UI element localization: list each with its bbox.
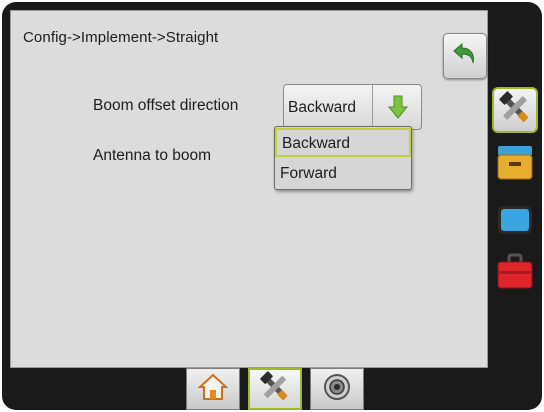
antenna-to-boom-label: Antenna to boom xyxy=(93,147,212,164)
bottom-nav-gauge-button[interactable] xyxy=(310,368,364,410)
tools-icon xyxy=(498,90,532,130)
boom-offset-direction-label: Boom offset direction xyxy=(93,97,239,114)
device-frame: Config->Implement->Straight Boom offset … xyxy=(2,2,542,410)
back-button[interactable] xyxy=(443,33,487,79)
dropdown-option-backward[interactable]: Backward xyxy=(275,128,411,157)
sidebar-toolbox-button[interactable] xyxy=(492,251,538,297)
gauge-icon xyxy=(322,372,352,407)
sidebar-display-button[interactable] xyxy=(492,199,538,245)
down-arrow-icon xyxy=(387,95,408,119)
sidebar-tools-button[interactable] xyxy=(492,87,538,133)
bottom-nav-home-button[interactable] xyxy=(186,368,240,410)
direction-dropdown: Backward Forward xyxy=(274,126,412,190)
toolbox-icon xyxy=(495,252,535,297)
display-icon xyxy=(495,200,535,245)
sidebar-console-button[interactable] xyxy=(492,141,538,187)
bottom-nav-tools-button[interactable] xyxy=(248,368,302,410)
boom-offset-direction-select[interactable]: Backward xyxy=(283,84,422,130)
dropdown-option-forward[interactable]: Forward xyxy=(275,160,411,189)
home-icon xyxy=(197,373,229,406)
tools-icon xyxy=(259,370,291,408)
boom-offset-direction-value: Backward xyxy=(288,99,357,116)
back-arrow-icon xyxy=(451,40,479,73)
breadcrumb: Config->Implement->Straight xyxy=(23,29,219,46)
config-screen: Config->Implement->Straight Boom offset … xyxy=(10,10,488,368)
console-icon xyxy=(495,142,535,187)
bottom-nav xyxy=(186,368,366,410)
dropdown-arrow-button[interactable] xyxy=(372,85,422,129)
